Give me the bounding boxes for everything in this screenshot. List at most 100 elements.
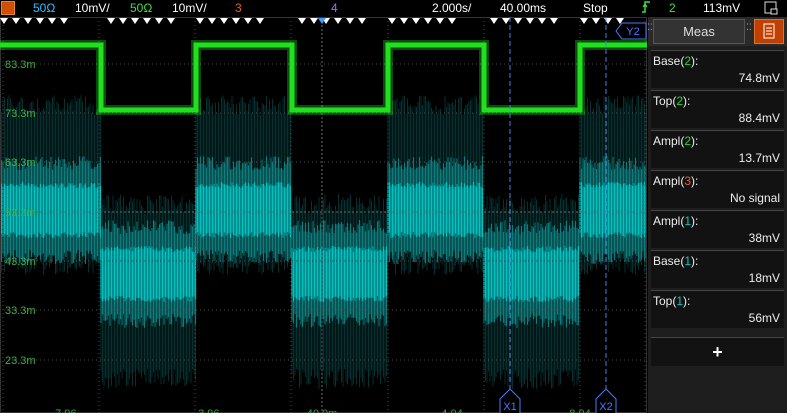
measurement-panel: ⁚⁚ Meas ⁚⁚ Base(2): 74.8mV Top(2): 88.4mV Am… xyxy=(647,17,787,413)
menu-icon[interactable] xyxy=(754,19,784,44)
delay[interactable]: 40.00ms xyxy=(500,0,546,17)
measurement-row[interactable]: Ampl(1): 38mV xyxy=(651,210,784,248)
trigger-marker-icon xyxy=(36,18,44,24)
measurement-value: No signal xyxy=(729,191,780,205)
trigger-marker-icon xyxy=(334,18,342,24)
channel-menu-icon[interactable] xyxy=(1,1,15,15)
ch2-impedance[interactable]: 50Ω xyxy=(130,0,152,17)
measurement-value: 88.4mV xyxy=(738,111,780,125)
trigger-marker-icon xyxy=(196,18,204,24)
y-axis-label: 23.3m xyxy=(5,355,36,367)
trigger-marker-icon xyxy=(60,18,68,24)
measurement-label: Top(1): xyxy=(653,294,691,308)
trigger-marker-icon xyxy=(592,18,600,24)
x-axis-label: -3.96 xyxy=(194,408,219,413)
trigger-marker-icon xyxy=(448,18,456,24)
trigger-marker-icon xyxy=(24,18,32,24)
measurement-value: 38mV xyxy=(748,231,780,245)
trigger-marker-icon xyxy=(388,18,396,24)
trigger-marker-icon xyxy=(490,18,498,24)
waveform-display[interactable]: X1 X2 Y2 83.3m 73.3m 63.3m 53.3m 43.3m 33.3m 23.… xyxy=(0,17,647,413)
trigger-marker-icon xyxy=(48,18,56,24)
trigger-marker-icon xyxy=(244,18,252,24)
measurement-value: 18mV xyxy=(748,271,780,285)
trigger-marker-icon xyxy=(604,18,612,24)
trigger-marker-icon xyxy=(208,18,216,24)
ch3-label[interactable]: 3 xyxy=(235,0,242,17)
measurement-label: Ampl(2): xyxy=(653,134,699,148)
timebase[interactable]: 2.000s/ xyxy=(432,0,471,17)
status-bar: 50Ω 10mV/ 50Ω 10mV/ 3 4 2.000s/ 40.00ms … xyxy=(0,0,787,17)
trigger-marker-icon xyxy=(310,18,318,24)
add-measurement-button[interactable]: + xyxy=(651,337,784,366)
y-axis-label: 33.3m xyxy=(5,305,36,317)
trigger-marker-icon xyxy=(580,18,588,24)
measurement-row[interactable]: Ampl(2): 13.7mV xyxy=(651,130,784,168)
measurement-label: Ampl(1): xyxy=(653,214,699,228)
trigger-marker-icon xyxy=(514,18,522,24)
measurement-value: 74.8mV xyxy=(738,71,780,85)
cursor-label-y2: Y2 xyxy=(626,26,639,38)
measurement-label: Top(2): xyxy=(653,94,691,108)
ch2-trace-glow xyxy=(0,40,647,115)
y-axis-label: 63.3m xyxy=(5,157,36,169)
ch1-scale[interactable]: 10mV/ xyxy=(75,0,110,17)
measurement-row[interactable]: Base(2): 74.8mV xyxy=(651,50,784,88)
measurement-label: Ampl(3): xyxy=(653,174,699,188)
measurement-row[interactable]: Ampl(3): No signal xyxy=(651,170,784,208)
ch4-label[interactable]: 4 xyxy=(331,0,338,17)
trigger-marker-icon xyxy=(436,18,444,24)
drag-handle-icon[interactable]: ⁚⁚ xyxy=(746,23,752,35)
trigger-marker-icon xyxy=(107,18,115,24)
trigger-marker-icon xyxy=(502,18,510,24)
trigger-marker-icon xyxy=(232,18,240,24)
ch2-square-waveform xyxy=(0,40,647,115)
waveform-canvas[interactable]: X1 X2 Y2 83.3m 73.3m 63.3m 53.3m 43.3m 33.3m 23.… xyxy=(0,17,647,413)
trigger-marker-icon xyxy=(358,18,366,24)
trigger-marker-icon xyxy=(131,18,139,24)
trigger-marker-icon xyxy=(0,18,8,24)
ch1-noise-waveform xyxy=(0,95,647,389)
trigger-marker-icon xyxy=(424,18,432,24)
meas-header: ⁚⁚ Meas ⁚⁚ xyxy=(647,17,787,46)
trigger-marker-icon xyxy=(12,18,20,24)
trigger-source[interactable]: 2 xyxy=(669,0,676,17)
x-axis-label: 4.04 xyxy=(441,408,462,413)
measurement-row[interactable]: Top(1): 56mV xyxy=(651,290,784,328)
cursor-label-x2: X2 xyxy=(599,401,612,413)
trigger-marker-icon xyxy=(412,18,420,24)
measurement-row[interactable]: Base(1): 18mV xyxy=(651,250,784,288)
y-axis-label: 43.3m xyxy=(5,256,36,268)
trigger-marker-icon xyxy=(346,18,354,24)
y-axis-label: 83.3m xyxy=(5,59,36,71)
trigger-marker-icon xyxy=(155,18,163,24)
trigger-marker-icon xyxy=(143,18,151,24)
y-axis-label: 53.3m xyxy=(5,207,36,219)
measurement-value: 13.7mV xyxy=(738,151,780,165)
trigger-marker-icon xyxy=(256,18,264,24)
y-axis-label: 73.3m xyxy=(5,108,36,120)
trigger-marker-icon xyxy=(298,18,306,24)
cursor-label-x1: X1 xyxy=(503,401,516,413)
meas-title[interactable]: Meas xyxy=(653,19,745,44)
trigger-marker-icon xyxy=(526,18,534,24)
ch1-impedance[interactable]: 50Ω xyxy=(33,0,55,17)
trigger-marker-icon xyxy=(119,18,127,24)
drag-handle-icon[interactable]: ⁚⁚ xyxy=(647,23,653,35)
trigger-marker-icon xyxy=(220,18,228,24)
run-state[interactable]: Stop xyxy=(583,0,608,17)
trigger-marker-icon xyxy=(167,18,175,24)
measurement-value: 56mV xyxy=(748,311,780,325)
x-axis-label: -7.96 xyxy=(51,408,76,413)
ch2-scale[interactable]: 10mV/ xyxy=(172,0,207,17)
trigger-marker-icon xyxy=(538,18,546,24)
trigger-marker-icon xyxy=(400,18,408,24)
trigger-marker-icon xyxy=(550,18,558,24)
measurement-label: Base(2): xyxy=(653,54,699,68)
measurement-label: Base(1): xyxy=(653,254,699,268)
measurement-row[interactable]: Top(2): 88.4mV xyxy=(651,90,784,128)
trigger-markers xyxy=(0,18,624,24)
x-axis-label: 40.0m xyxy=(307,408,338,413)
x-axis-label: 8.04 xyxy=(569,408,590,413)
trigger-level[interactable]: 113mV xyxy=(703,0,740,17)
